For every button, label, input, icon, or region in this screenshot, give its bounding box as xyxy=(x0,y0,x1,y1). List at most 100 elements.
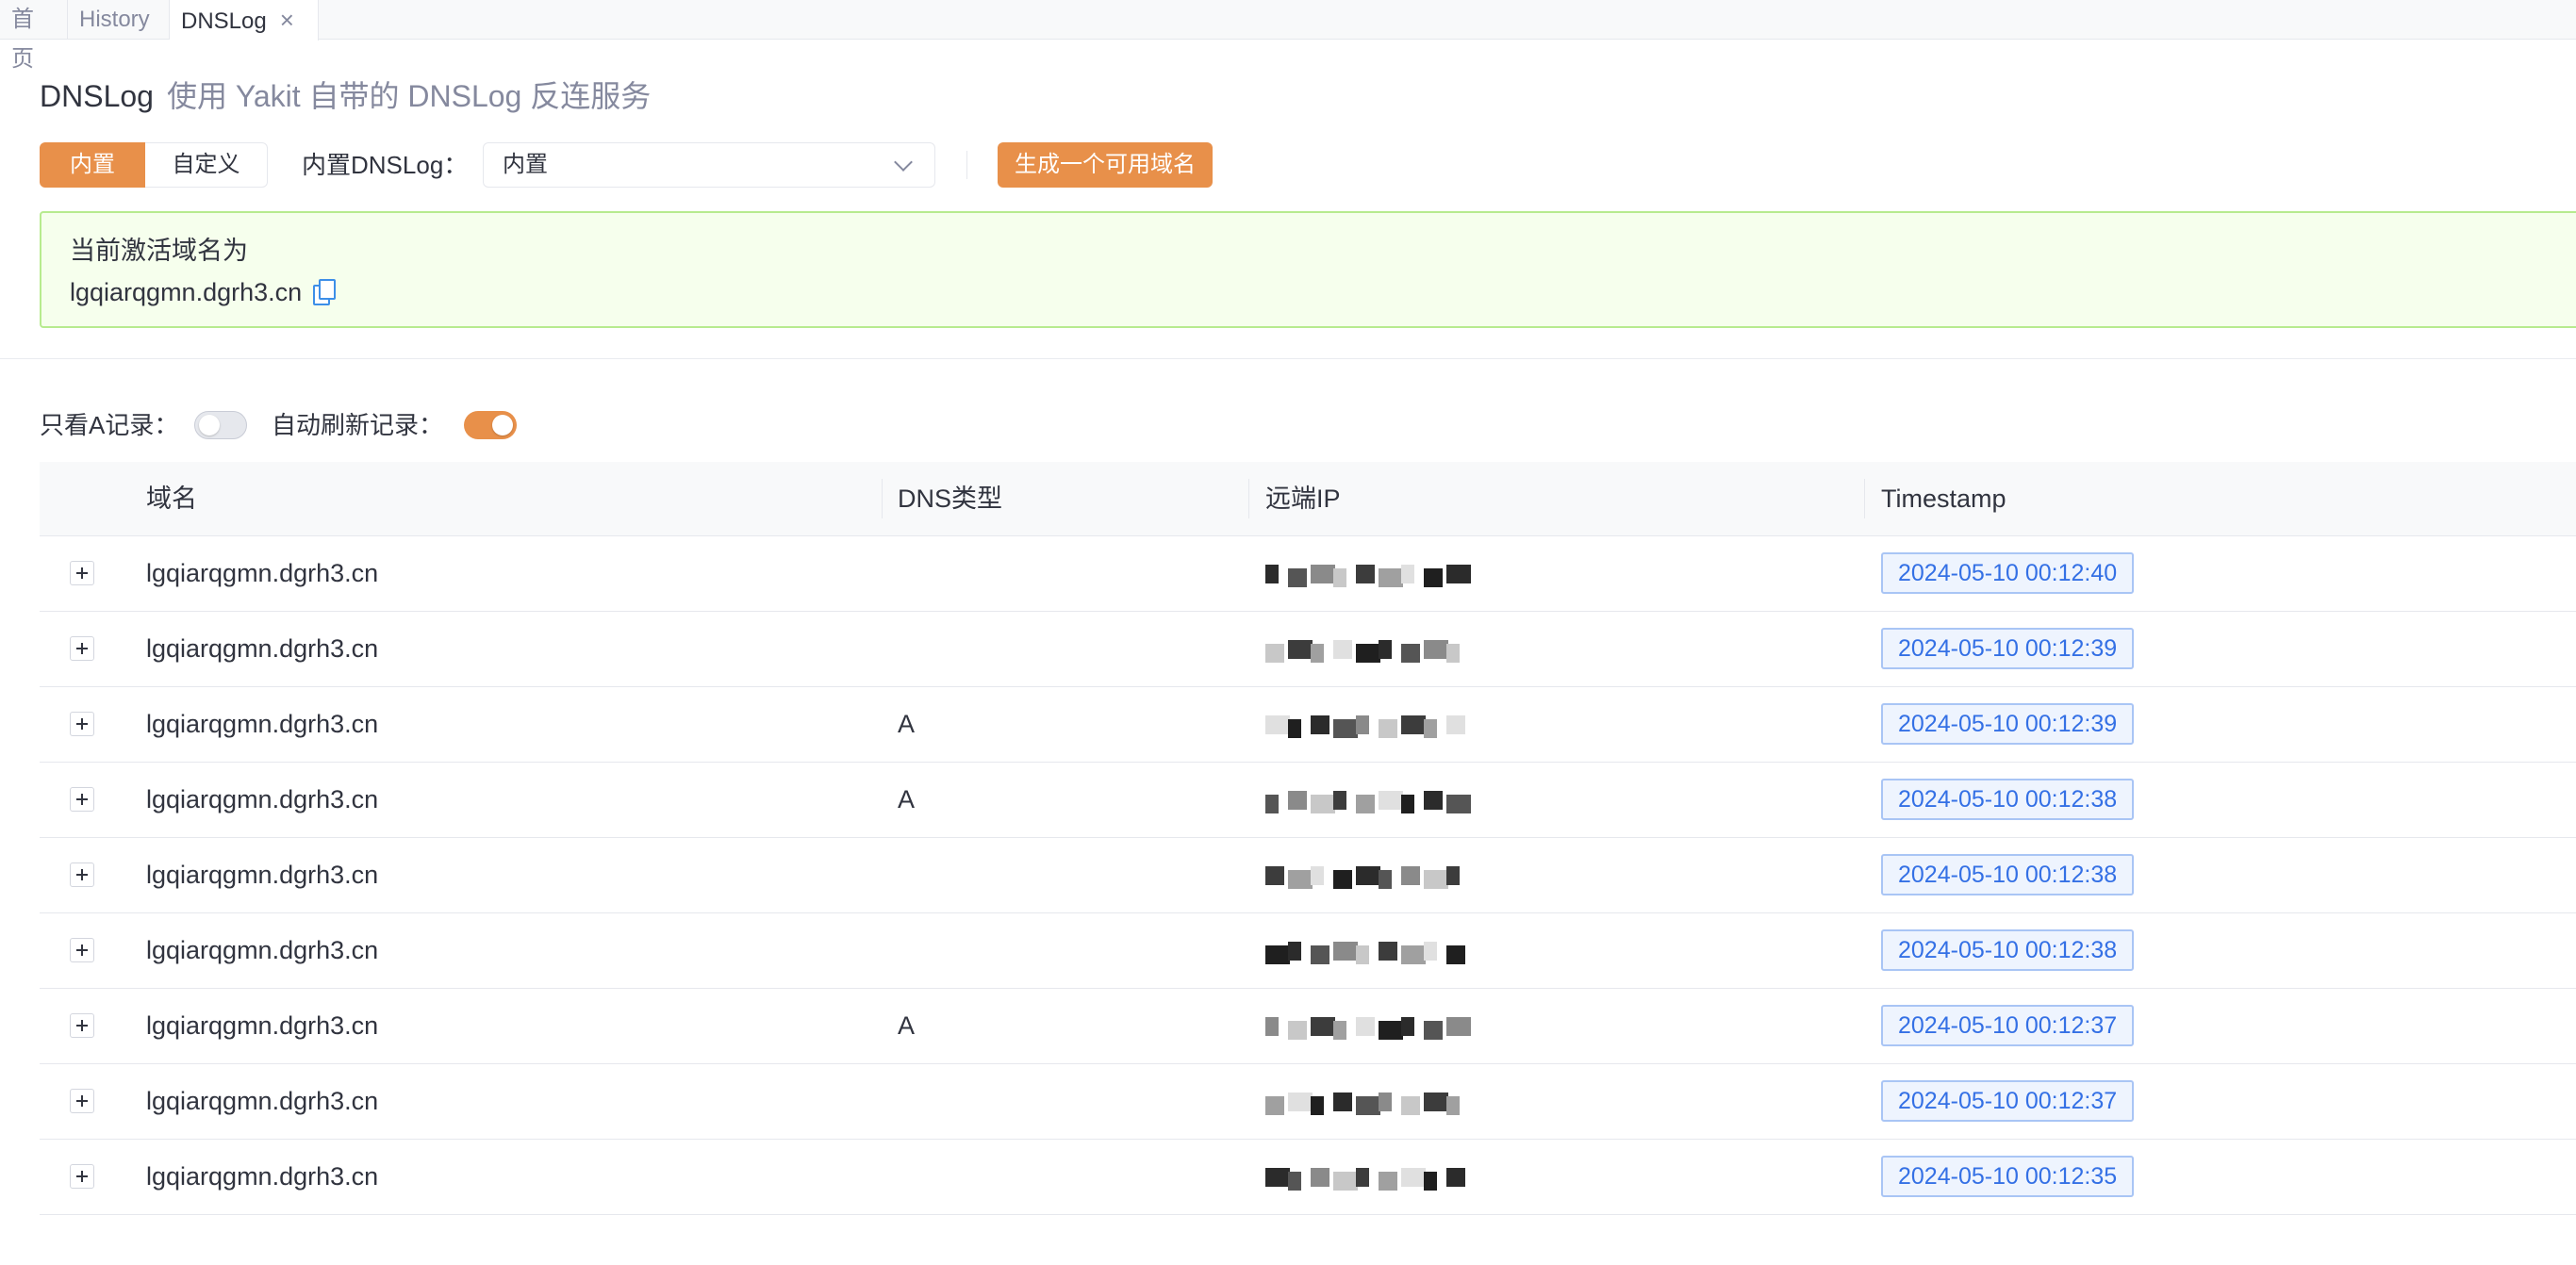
table-row[interactable]: lgqiarqgmn.dgrh3.cn 2024-05-10 00:12:38 xyxy=(40,838,2576,913)
redaction-block xyxy=(1265,1168,1290,1187)
table-row[interactable]: lgqiarqgmn.dgrh3.cn A 2024-05-10 00:12:3… xyxy=(40,687,2576,763)
table-row[interactable]: lgqiarqgmn.dgrh3.cn 2024-05-10 00:12:39 xyxy=(40,612,2576,687)
timestamp-tag: 2024-05-10 00:12:37 xyxy=(1881,1005,2135,1046)
expand-row-icon[interactable] xyxy=(70,636,94,661)
redaction-block xyxy=(1446,866,1460,885)
redaction-block xyxy=(1311,715,1329,734)
redaction-block xyxy=(1446,1168,1465,1187)
table-header: 域名 DNS类型 远端IP Timestamp xyxy=(40,462,2576,536)
only-a-toggle[interactable] xyxy=(194,411,247,439)
redaction-block xyxy=(1311,1017,1335,1036)
redaction-block xyxy=(1333,568,1346,587)
domain-cell: lgqiarqgmn.dgrh3.cn xyxy=(146,936,379,964)
expand-row-icon[interactable] xyxy=(70,1164,94,1189)
redaction-block xyxy=(1401,644,1420,663)
dnslog-select[interactable]: 内置 xyxy=(483,142,935,188)
close-icon[interactable]: × xyxy=(280,6,294,34)
remote-ip-redacted xyxy=(1265,1092,1473,1119)
redaction-block xyxy=(1356,866,1380,885)
redaction-block xyxy=(1424,568,1443,587)
redaction-block xyxy=(1333,1021,1346,1040)
page-heading: DNSLog 使用 Yakit 自带的 DNSLog 反连服务 xyxy=(40,75,651,117)
expand-row-icon[interactable] xyxy=(70,787,94,812)
redaction-block xyxy=(1446,945,1465,964)
redaction-block xyxy=(1424,870,1448,889)
redaction-block xyxy=(1311,945,1329,964)
active-domain-value: lgqiarqgmn.dgrh3.cn xyxy=(70,278,303,306)
redaction-block xyxy=(1265,1017,1279,1036)
tab-history[interactable]: History xyxy=(68,0,170,40)
redaction-block xyxy=(1311,1096,1324,1115)
redaction-block xyxy=(1288,1021,1307,1040)
redaction-block xyxy=(1288,791,1307,810)
remote-ip-redacted xyxy=(1265,942,1473,968)
expand-row-icon[interactable] xyxy=(70,712,94,736)
dns-type-cell: A xyxy=(898,785,916,813)
redaction-block xyxy=(1379,1172,1397,1191)
redaction-block xyxy=(1333,719,1358,738)
redaction-block xyxy=(1265,565,1279,583)
column-header-remote-ip: 远端IP xyxy=(1265,485,1341,513)
mode-custom-button[interactable]: 自定义 xyxy=(145,142,268,188)
tab-dnslog[interactable]: DNSLog × xyxy=(170,0,319,41)
redaction-block xyxy=(1446,715,1465,734)
auto-refresh-toggle[interactable] xyxy=(464,411,517,439)
column-header-domain: 域名 xyxy=(146,485,197,513)
tab-label: History xyxy=(79,7,150,32)
expand-row-icon[interactable] xyxy=(70,1089,94,1113)
redaction-block xyxy=(1379,1092,1392,1111)
redaction-block xyxy=(1379,1021,1403,1040)
column-divider xyxy=(1248,479,1249,518)
remote-ip-redacted xyxy=(1265,1017,1473,1043)
redaction-block xyxy=(1379,942,1397,961)
redaction-block xyxy=(1401,1017,1414,1036)
auto-refresh-label: 自动刷新记录： xyxy=(272,411,444,439)
redaction-block xyxy=(1288,1172,1301,1191)
active-domain-label: 当前激活域名为 xyxy=(70,237,248,265)
redaction-block xyxy=(1333,1092,1352,1111)
tab-bar: 首页 History DNSLog × xyxy=(0,0,2576,72)
remote-ip-redacted xyxy=(1265,791,1473,817)
redaction-block xyxy=(1288,870,1313,889)
mode-builtin-button[interactable]: 内置 xyxy=(40,142,145,188)
table-row[interactable]: lgqiarqgmn.dgrh3.cn A 2024-05-10 00:12:3… xyxy=(40,989,2576,1064)
table-row[interactable]: lgqiarqgmn.dgrh3.cn 2024-05-10 00:12:37 xyxy=(40,1064,2576,1140)
generate-domain-button[interactable]: 生成一个可用域名 xyxy=(998,142,1213,188)
tab-home[interactable]: 首页 xyxy=(0,0,68,72)
dnslog-select-label: 内置DNSLog： xyxy=(302,151,469,179)
redaction-block xyxy=(1401,715,1426,734)
table-row[interactable]: lgqiarqgmn.dgrh3.cn 2024-05-10 00:12:40 xyxy=(40,536,2576,612)
timestamp-tag: 2024-05-10 00:12:37 xyxy=(1881,1080,2135,1122)
redaction-block xyxy=(1311,866,1324,885)
domain-cell: lgqiarqgmn.dgrh3.cn xyxy=(146,1162,379,1191)
remote-ip-redacted xyxy=(1265,866,1473,893)
table-row[interactable]: lgqiarqgmn.dgrh3.cn 2024-05-10 00:12:38 xyxy=(40,913,2576,989)
expand-row-icon[interactable] xyxy=(70,561,94,585)
expand-row-icon[interactable] xyxy=(70,938,94,962)
redaction-block xyxy=(1401,1096,1420,1115)
page-subtitle: 使用 Yakit 自带的 DNSLog 反连服务 xyxy=(166,79,652,113)
redaction-block xyxy=(1446,795,1471,813)
chevron-down-icon xyxy=(894,153,913,172)
redaction-block xyxy=(1446,1096,1460,1115)
timestamp-tag: 2024-05-10 00:12:38 xyxy=(1881,854,2135,895)
expand-row-icon[interactable] xyxy=(70,862,94,887)
column-divider xyxy=(1864,479,1865,518)
copy-icon[interactable] xyxy=(313,279,337,305)
redaction-block xyxy=(1446,1017,1471,1036)
remote-ip-redacted xyxy=(1265,640,1473,666)
table-row[interactable]: lgqiarqgmn.dgrh3.cn 2024-05-10 00:12:35 xyxy=(40,1140,2576,1215)
redaction-block xyxy=(1356,1096,1380,1115)
column-header-timestamp: Timestamp xyxy=(1881,485,2006,513)
redaction-block xyxy=(1379,568,1403,587)
column-divider xyxy=(882,479,883,518)
redaction-block xyxy=(1356,644,1380,663)
redaction-block xyxy=(1424,640,1448,659)
redaction-block xyxy=(1401,1168,1426,1187)
tab-label: DNSLog xyxy=(181,8,267,34)
redaction-block xyxy=(1311,565,1335,583)
redaction-block xyxy=(1356,795,1375,813)
redaction-block xyxy=(1356,1168,1369,1187)
table-row[interactable]: lgqiarqgmn.dgrh3.cn A 2024-05-10 00:12:3… xyxy=(40,763,2576,838)
expand-row-icon[interactable] xyxy=(70,1013,94,1038)
